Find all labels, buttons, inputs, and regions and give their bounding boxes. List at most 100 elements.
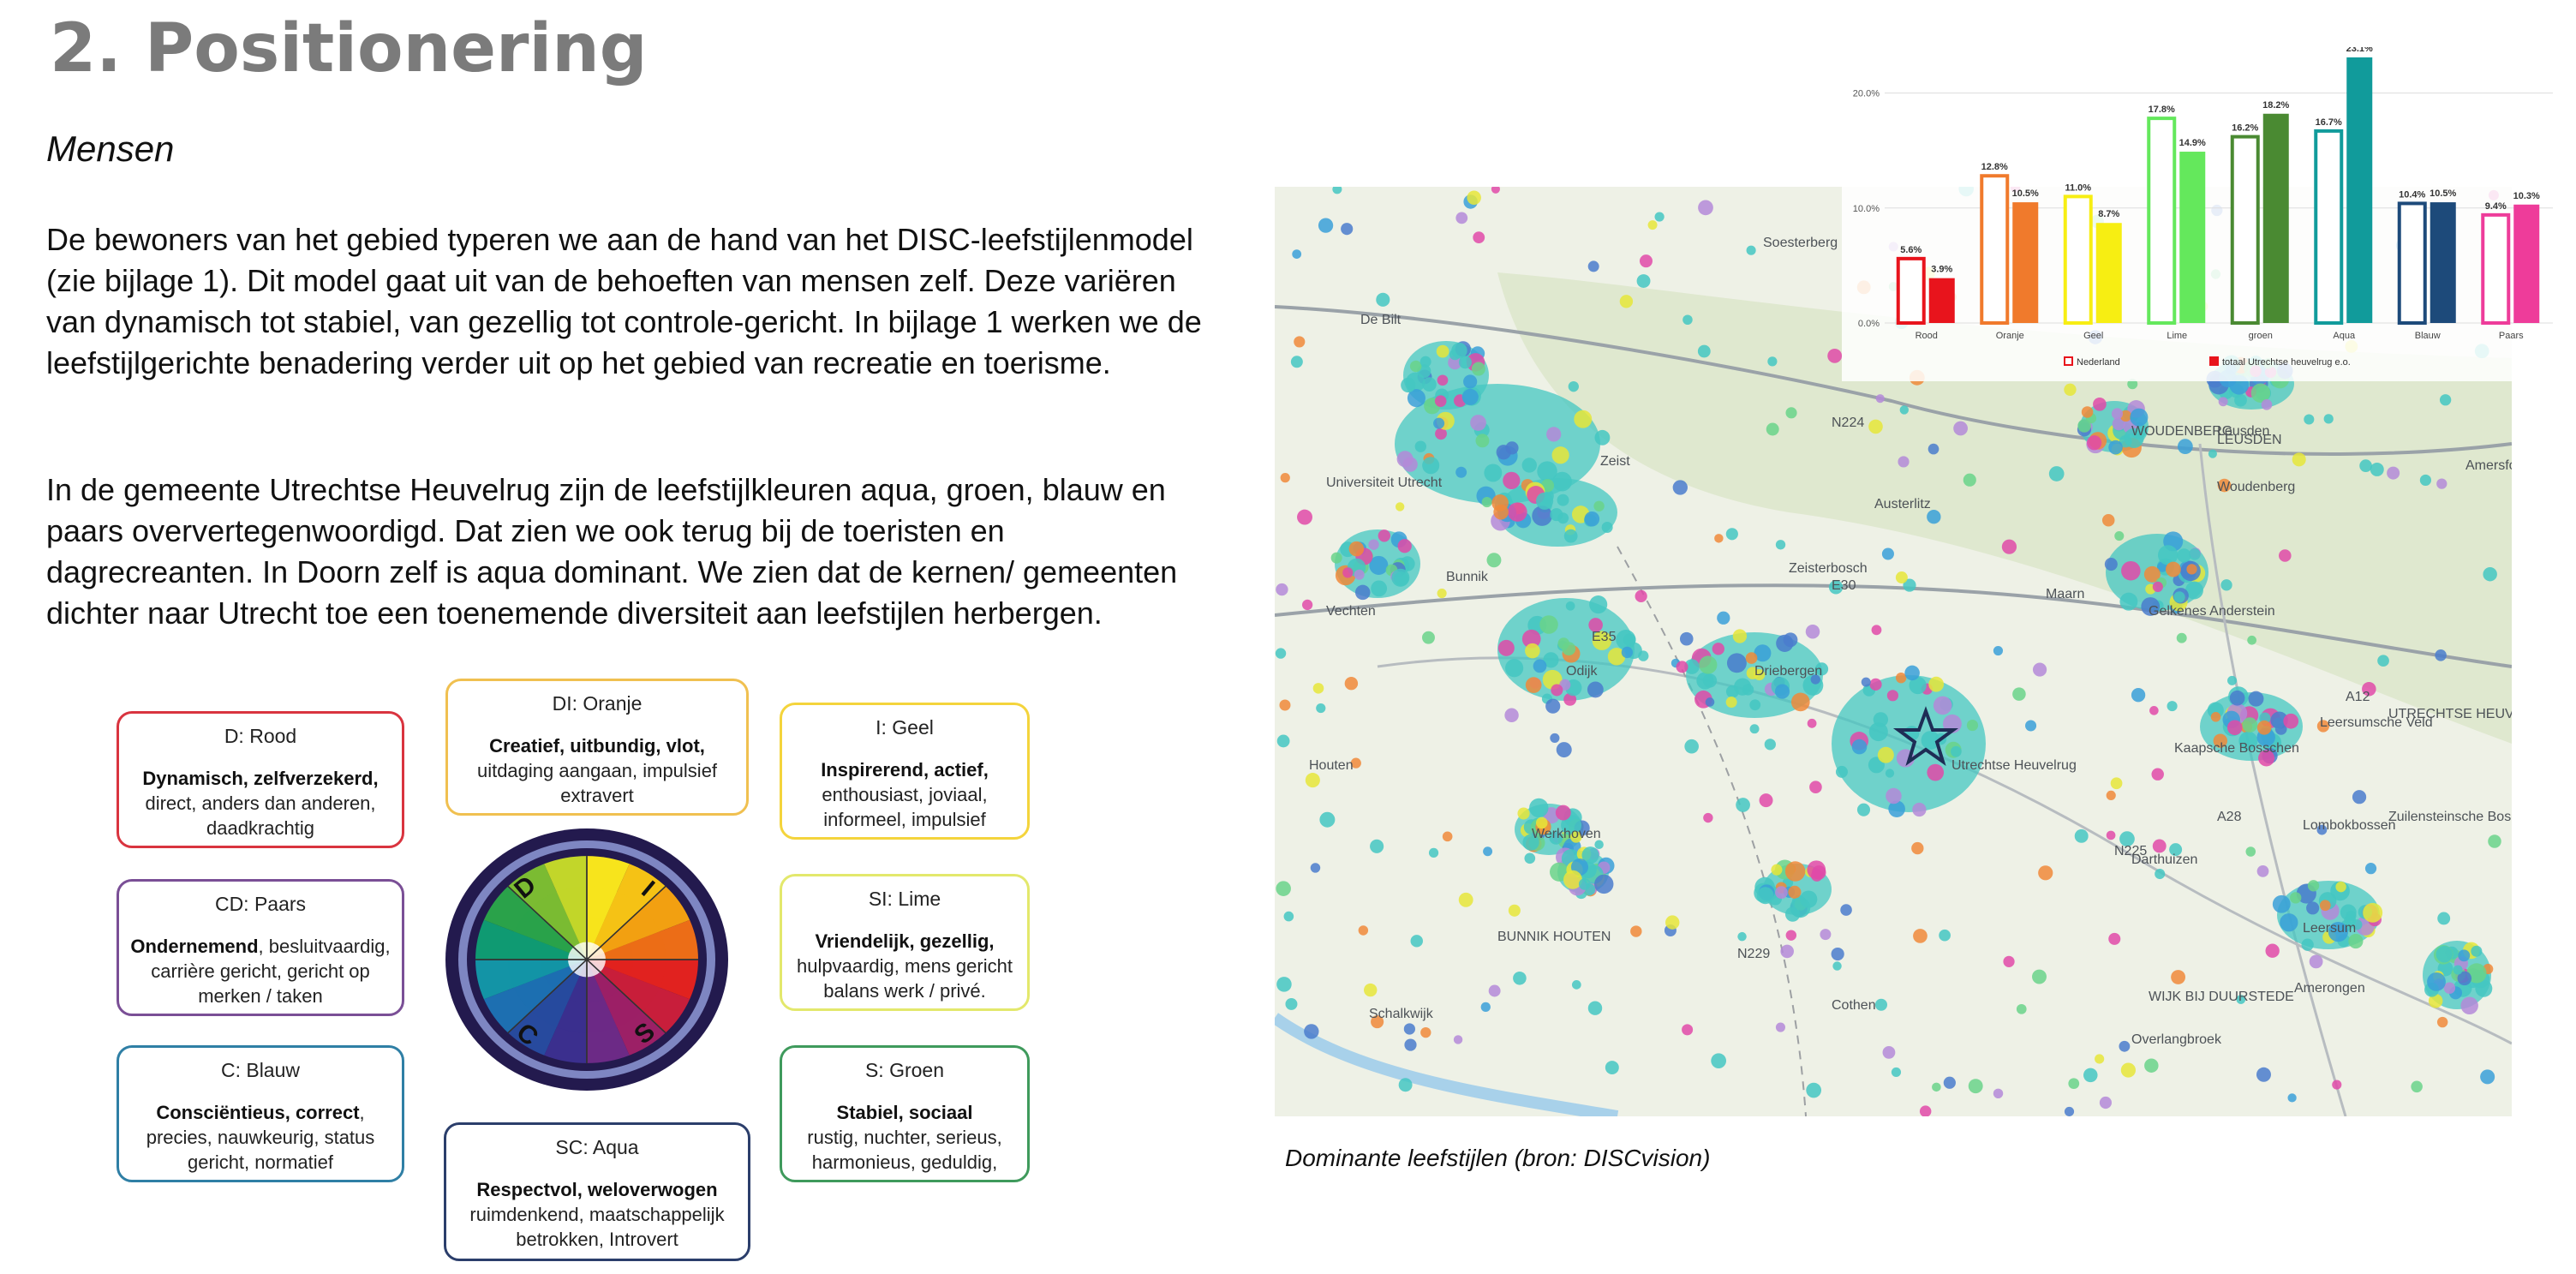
- map-dot: [2453, 965, 2463, 975]
- chart-bar: [2012, 202, 2039, 323]
- map-dot: [1932, 1082, 1941, 1092]
- map-dot: [1419, 356, 1431, 368]
- map-dot: [1458, 892, 1473, 907]
- map-place-label: Universiteit Utrecht: [1326, 476, 1443, 490]
- card-title: CD: Paars: [214, 893, 307, 915]
- map-dot: [1470, 415, 1486, 431]
- map-dot: [1885, 769, 1895, 778]
- map-dot: [2177, 439, 2193, 455]
- map-dot: [2287, 1093, 2297, 1103]
- map-dot: [2377, 655, 2389, 667]
- map-dot: [1790, 897, 1811, 918]
- map-dot: [1354, 569, 1365, 580]
- map-dot: [2458, 949, 2471, 962]
- map-dot: [1831, 947, 1844, 961]
- section-subheading: Mensen: [46, 129, 175, 169]
- chart-bar: [2430, 202, 2456, 323]
- map-dot: [1376, 292, 1390, 307]
- map-dot: [1422, 631, 1435, 644]
- slide-title: 2. Positionering: [50, 10, 648, 87]
- map-dot: [1874, 998, 1888, 1011]
- map-dot: [1873, 712, 1889, 727]
- legend-swatch: [2064, 356, 2073, 366]
- map-dot: [1305, 773, 1320, 788]
- map-dot: [1638, 650, 1649, 661]
- bar-value-label: 16.7%: [2316, 117, 2342, 128]
- map-place-label: Gelkenes Anderstein: [2149, 604, 2275, 619]
- map-dot: [1928, 443, 1939, 455]
- map-dot: [2176, 632, 2187, 643]
- map-place-label: Soesterberg: [1763, 236, 1838, 250]
- map-dot: [1533, 659, 1547, 673]
- map-place-label: Maarn: [2046, 587, 2084, 601]
- map-place-label: De Bilt: [1360, 313, 1402, 327]
- x-tick-label: Geel: [2083, 331, 2103, 341]
- map-dot: [1525, 677, 1542, 693]
- map-dot: [2208, 449, 2217, 458]
- map-place-label: N224: [1832, 416, 1864, 430]
- map-dot: [2210, 712, 2221, 722]
- map-dot: [1809, 781, 1822, 794]
- map-dot: [1746, 245, 1756, 255]
- map-dot: [1463, 374, 1478, 389]
- map-dot: [2120, 1062, 2136, 1078]
- map-dot: [1403, 1023, 1416, 1035]
- map-dot: [1871, 625, 1882, 636]
- card-bold: Ondernemend: [130, 936, 259, 957]
- map-dot: [2095, 1054, 2105, 1064]
- map-dot: [1699, 655, 1718, 674]
- map-place-label: BUNNIK HOUTEN: [1497, 930, 1611, 944]
- map-dot: [2304, 414, 2315, 425]
- map-dot: [2306, 901, 2320, 915]
- map-dot: [1505, 659, 1524, 678]
- map-dot: [2348, 933, 2364, 949]
- card-text: rustig, nuchter, serieus, harmonieus, ge…: [807, 1127, 1002, 1173]
- map-dot: [1654, 212, 1665, 222]
- map-dot: [1341, 223, 1354, 236]
- map-dot: [1881, 547, 1894, 560]
- bar-value-label: 11.0%: [2065, 182, 2091, 193]
- map-dot: [1587, 681, 1604, 698]
- map-dot: [1442, 831, 1453, 842]
- map-dot: [1358, 925, 1369, 936]
- map-dot: [2131, 688, 2146, 703]
- map-dot: [1780, 944, 1794, 959]
- chart-bar: [1928, 278, 1955, 323]
- card-text: enthousiast, joviaal, informeel, impulsi…: [822, 784, 988, 830]
- map-dot: [1785, 407, 1797, 419]
- card-bold: Vriendelijk, gezellig,: [815, 930, 995, 952]
- map-dot: [2012, 687, 2026, 701]
- map-dot: [1807, 860, 1826, 880]
- map-dot: [1623, 633, 1636, 647]
- map-dot: [2363, 902, 2383, 923]
- map-dot: [2435, 649, 2447, 661]
- map-dot: [2443, 982, 2456, 994]
- map-dot: [1475, 434, 1490, 448]
- map-dot: [1451, 342, 1467, 359]
- map-dot: [1584, 511, 1600, 527]
- map-dot: [1434, 395, 1447, 407]
- map-dot: [1513, 971, 1527, 985]
- map-place-label: Austerlitz: [1874, 497, 1931, 511]
- map-dot: [1505, 441, 1519, 455]
- map-dot: [1737, 931, 1747, 942]
- map-dot: [2081, 406, 2094, 418]
- map-dot: [1682, 1024, 1694, 1036]
- map-dot: [1536, 492, 1554, 510]
- map-dot: [2256, 1067, 2271, 1082]
- map-dot: [1783, 632, 1798, 648]
- map-dot: [1899, 405, 1909, 415]
- card-title: SI: Lime: [868, 888, 941, 910]
- chart-bar: [2346, 57, 2373, 323]
- y-tick-label: 10.0%: [1853, 204, 1880, 214]
- chart-bar: [2230, 135, 2260, 326]
- map-dot: [1279, 699, 1291, 711]
- map-dot: [2093, 397, 2107, 411]
- x-tick-label: groen: [2249, 331, 2273, 341]
- map-dot: [1703, 812, 1713, 823]
- map-dot: [1767, 356, 1778, 367]
- map-dot: [2106, 790, 2116, 800]
- map-dot: [2436, 946, 2453, 963]
- x-tick-label: Paars: [2499, 331, 2524, 341]
- map-dot: [1759, 793, 1773, 808]
